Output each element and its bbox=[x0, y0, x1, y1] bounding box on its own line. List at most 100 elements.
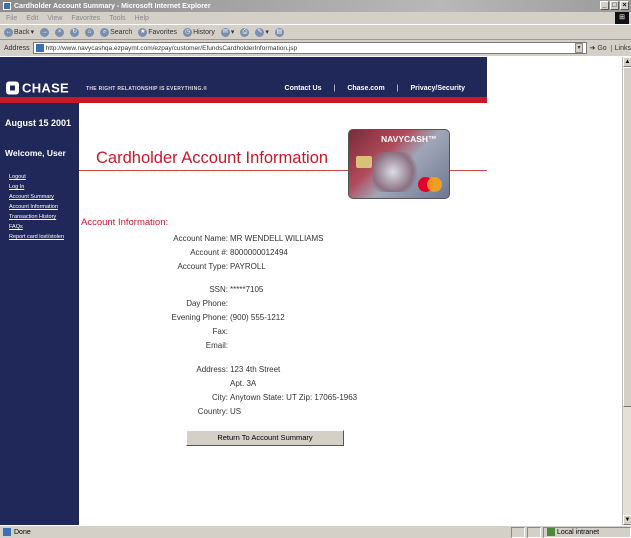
window-controls: _ □ × bbox=[600, 1, 629, 10]
go-button[interactable]: ➜ Go bbox=[589, 44, 606, 53]
status-text-area: Done bbox=[0, 528, 509, 536]
card-artwork bbox=[373, 152, 423, 192]
address-line1-value: 123 4th Street bbox=[230, 365, 281, 374]
back-arrow-icon: ← bbox=[4, 27, 13, 37]
scroll-up-icon[interactable]: ▲ bbox=[623, 57, 631, 67]
refresh-icon: ↻ bbox=[70, 27, 80, 37]
search-icon: ⌕ bbox=[100, 27, 110, 37]
contact-us-link[interactable]: Contact Us bbox=[285, 85, 322, 92]
evening-phone-row: Evening Phone: (900) 555-1212 bbox=[171, 313, 285, 322]
history-icon: ◷ bbox=[183, 27, 193, 37]
menu-tools[interactable]: Tools bbox=[109, 15, 125, 22]
return-to-account-summary-button[interactable]: Return To Account Summary bbox=[186, 430, 344, 446]
stop-button[interactable]: × bbox=[55, 27, 65, 37]
home-button[interactable]: ⌂ bbox=[85, 27, 95, 37]
maximize-button[interactable]: □ bbox=[610, 1, 619, 10]
page-viewport: CHASE THE RIGHT RELATIONSHIP IS EVERYTHI… bbox=[0, 57, 622, 525]
sidebar-item-logout[interactable]: Logout bbox=[9, 174, 64, 180]
day-phone-row: Day Phone: bbox=[186, 299, 228, 308]
mail-button[interactable]: ✉ ▾ bbox=[220, 27, 234, 37]
intranet-zone-icon bbox=[547, 528, 555, 536]
sidebar-item-account-information[interactable]: Account Information bbox=[9, 204, 64, 210]
window-title: Cardholder Account Summary - Microsoft I… bbox=[14, 2, 211, 10]
sidebar-item-faqs[interactable]: FAQs bbox=[9, 224, 64, 230]
scroll-down-icon[interactable]: ▼ bbox=[623, 515, 631, 525]
sidebar-item-login[interactable]: Log In bbox=[9, 184, 64, 190]
minimize-button[interactable]: _ bbox=[600, 1, 609, 10]
go-arrow-icon: ➜ bbox=[589, 45, 596, 52]
site-header: CHASE THE RIGHT RELATIONSHIP IS EVERYTHI… bbox=[0, 57, 487, 103]
current-date: August 15 2001 bbox=[5, 118, 72, 128]
browser-toolbar: ← Back ▾ → × ↻ ⌂ ⌕ Search ★ Favorites ◷ Hist… bbox=[0, 24, 631, 40]
windows-logo-icon: ⊞ bbox=[615, 12, 629, 24]
print-icon: ⎙ bbox=[240, 27, 250, 37]
menu-help[interactable]: Help bbox=[135, 15, 149, 22]
close-button[interactable]: × bbox=[620, 1, 629, 10]
home-icon: ⌂ bbox=[85, 27, 95, 37]
address-row: Address: 123 4th Street bbox=[196, 365, 281, 374]
links-button[interactable]: Links bbox=[610, 44, 631, 52]
city-row: City: Anytown State: UT Zip: 17065-1963 bbox=[212, 393, 358, 402]
forward-arrow-icon: → bbox=[40, 27, 50, 37]
city-value: Anytown bbox=[230, 393, 261, 402]
security-zone: Local intranet bbox=[543, 526, 631, 538]
section-heading: Account Information: bbox=[81, 217, 169, 228]
state-label: State: bbox=[262, 393, 284, 402]
favorites-button[interactable]: ★ Favorites bbox=[138, 27, 177, 37]
zip-label: Zip: bbox=[298, 393, 313, 402]
address-dropdown-button[interactable]: ▾ bbox=[574, 43, 584, 53]
left-sidebar bbox=[0, 103, 79, 525]
page-icon bbox=[35, 44, 44, 52]
menu-edit[interactable]: Edit bbox=[26, 15, 38, 22]
privacy-security-link[interactable]: Privacy/Security bbox=[411, 85, 465, 92]
top-nav: Contact Us | Chase.com | Privacy/Securit… bbox=[285, 85, 465, 92]
search-button[interactable]: ⌕ Search bbox=[100, 27, 132, 37]
mastercard-logo-icon bbox=[418, 177, 442, 192]
back-button[interactable]: ← Back ▾ bbox=[4, 27, 34, 37]
discuss-icon: ▤ bbox=[274, 27, 284, 37]
vertical-scrollbar[interactable]: ▲ ▼ bbox=[622, 57, 631, 525]
evening-phone-value: (900) 555-1212 bbox=[230, 313, 285, 322]
history-button[interactable]: ◷ History bbox=[183, 27, 215, 37]
account-name-row: Account Name: MR WENDELL WILLIAMS bbox=[173, 234, 324, 243]
site-tagline: THE RIGHT RELATIONSHIP IS EVERYTHING.® bbox=[86, 86, 208, 92]
menu-file[interactable]: File bbox=[6, 15, 17, 22]
menu-view[interactable]: View bbox=[47, 15, 62, 22]
refresh-button[interactable]: ↻ bbox=[70, 27, 80, 37]
address-bar: Address http://www.navycashqa.ezpaymt.co… bbox=[0, 40, 631, 56]
ie-icon bbox=[3, 2, 11, 10]
address-url: http://www.navycashqa.ezpaymt.com/ezpay/… bbox=[45, 44, 298, 52]
discuss-button[interactable]: ▤ bbox=[274, 27, 284, 37]
page-status-icon bbox=[3, 528, 11, 536]
address-label: Address bbox=[4, 44, 30, 52]
account-number-value: 8000000012494 bbox=[230, 248, 288, 257]
print-button[interactable]: ⎙ bbox=[240, 27, 250, 37]
status-panel bbox=[511, 526, 525, 538]
address-input[interactable]: http://www.navycashqa.ezpaymt.com/ezpay/… bbox=[32, 42, 587, 54]
edit-icon: ✎ bbox=[255, 27, 265, 37]
menu-favorites[interactable]: Favorites bbox=[71, 15, 100, 22]
state-value: UT bbox=[286, 393, 297, 402]
country-row: Country: US bbox=[197, 407, 242, 416]
account-name-value: MR WENDELL WILLIAMS bbox=[230, 234, 324, 243]
nav-separator: | bbox=[333, 85, 336, 92]
account-type-row: Account Type: PAYROLL bbox=[177, 262, 266, 271]
chase-logo[interactable]: CHASE bbox=[6, 81, 69, 96]
window-title-bar: Cardholder Account Summary - Microsoft I… bbox=[0, 0, 631, 12]
sidebar-nav: Logout Log In Account Summary Account In… bbox=[9, 174, 64, 240]
sidebar-item-transaction-history[interactable]: Transaction History bbox=[9, 214, 64, 220]
scroll-thumb[interactable] bbox=[623, 67, 631, 407]
sidebar-item-report-lost-card[interactable]: Report card lost/stolen bbox=[9, 234, 64, 240]
account-number-row: Account #: 8000000012494 bbox=[190, 248, 288, 257]
edit-button[interactable]: ✎ ▾ bbox=[255, 27, 269, 37]
card-chip-icon bbox=[356, 156, 372, 168]
status-panel bbox=[527, 526, 541, 538]
navycash-card-image: NAVYCASH™ bbox=[348, 129, 450, 199]
card-brand: NAVYCASH™ bbox=[381, 134, 437, 144]
sidebar-item-account-summary[interactable]: Account Summary bbox=[9, 194, 64, 200]
chase-com-link[interactable]: Chase.com bbox=[347, 85, 384, 92]
ssn-row: SSN: *****7105 bbox=[209, 285, 264, 294]
nav-separator: | bbox=[396, 85, 399, 92]
address-line2-value: Apt. 3A bbox=[230, 379, 257, 388]
forward-button[interactable]: → bbox=[40, 27, 50, 37]
